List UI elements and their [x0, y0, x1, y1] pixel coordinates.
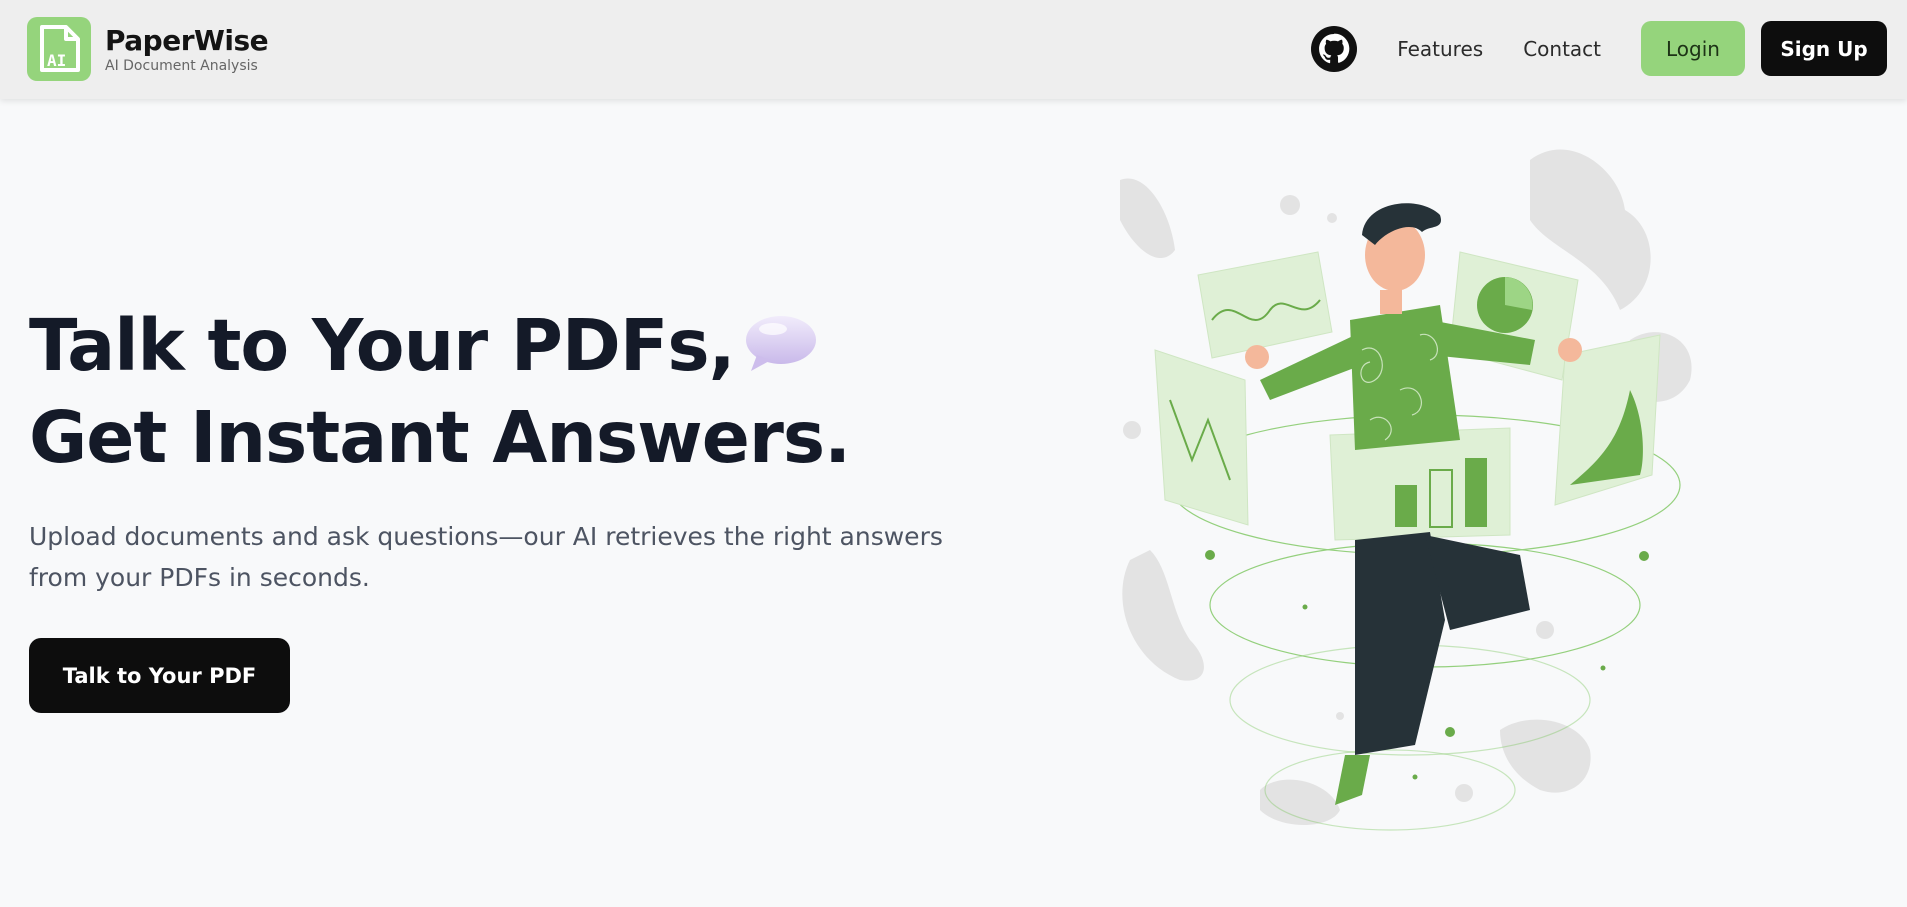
nav-link-features[interactable]: Features: [1397, 37, 1483, 61]
headline-line-1-text: Talk to Your PDFs,: [29, 304, 736, 387]
nav-menu: Features Contact Login Sign Up: [1311, 21, 1887, 76]
speech-bubble-icon: [745, 316, 816, 372]
hero-subtitle: Upload documents and ask questions—our A…: [29, 522, 943, 592]
github-icon[interactable]: [1311, 25, 1358, 72]
nav-link-contact[interactable]: Contact: [1523, 37, 1601, 61]
talk-to-pdf-button[interactable]: Talk to Your PDF: [29, 638, 290, 713]
headline-line-1: Talk to Your PDFs,: [29, 300, 1029, 392]
hero-headline: Talk to Your PDFs, Get Instant Answers.: [29, 300, 1029, 484]
brand-tagline: AI Document Analysis: [105, 57, 258, 74]
signup-button[interactable]: Sign Up: [1761, 21, 1887, 76]
document-ai-icon: AI: [40, 25, 80, 72]
headline-line-2: Get Instant Answers.: [29, 396, 851, 479]
login-button[interactable]: Login: [1641, 21, 1745, 76]
brand-name: PaperWise: [105, 23, 269, 57]
logo-text: AI: [47, 51, 66, 70]
hero-illustration: [1120, 149, 1692, 831]
hero-section: Talk to Your PDFs, Get Instant Answers. …: [29, 300, 1029, 598]
navbar: AI PaperWise AI Document Analysis Featur…: [0, 0, 1907, 99]
logo: AI: [27, 17, 91, 81]
brand[interactable]: AI PaperWise AI Document Analysis: [27, 17, 269, 81]
